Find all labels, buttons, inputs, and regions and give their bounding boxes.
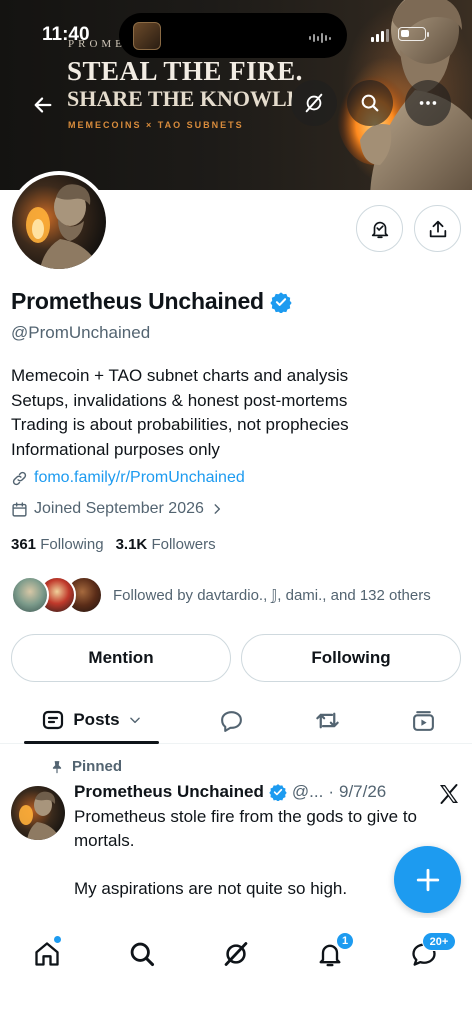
- link-icon: [12, 471, 27, 485]
- grok-icon: [305, 93, 323, 113]
- reposts-tab-icon: [315, 712, 339, 728]
- media-tab-icon: [412, 710, 434, 731]
- dynamic-island: [119, 13, 347, 58]
- mutual-avatars: [11, 576, 103, 614]
- tab-reposts[interactable]: [304, 696, 350, 744]
- verified-badge-icon[interactable]: [270, 291, 292, 313]
- battery-tip: [427, 32, 429, 37]
- status-time: 11:40: [42, 24, 90, 45]
- nav-grok[interactable]: [216, 934, 256, 974]
- followers-count: 3.1K: [115, 536, 148, 553]
- post-text-line: Prometheus stole fire from the gods to g…: [74, 807, 418, 850]
- active-tab-indicator: [24, 741, 159, 744]
- share-profile-button[interactable]: [414, 205, 461, 252]
- post-author-avatar[interactable]: [11, 786, 65, 840]
- followed-by-text: Followed by davtardio., 𝕁, dami., and 13…: [113, 587, 431, 604]
- battery-icon: [398, 27, 426, 41]
- following-stat[interactable]: 361 Following: [11, 536, 104, 553]
- home-unread-dot: [54, 936, 61, 943]
- plus-icon: [416, 868, 439, 891]
- search-nav-icon: [130, 942, 155, 967]
- joined-date[interactable]: Joined September 2026: [11, 500, 224, 518]
- followed-by-row[interactable]: Followed by davtardio., 𝕁, dami., and 13…: [11, 576, 431, 614]
- share-icon: [429, 220, 446, 237]
- compose-post-button[interactable]: [394, 846, 461, 913]
- bottom-navigation: 1 20+: [0, 918, 472, 1024]
- nav-notifications[interactable]: 1: [310, 932, 354, 974]
- more-options-button[interactable]: [405, 80, 451, 126]
- x-logo-icon[interactable]: [437, 782, 461, 806]
- post-author-handle: @...: [291, 782, 324, 801]
- profile-bio: Memecoin + TAO subnet charts and analysi…: [11, 364, 349, 462]
- followers-stat[interactable]: 3.1K Followers: [116, 536, 216, 553]
- followers-label: Followers: [151, 536, 216, 553]
- banner-headline-2: SHARE THE KNOWLEDGE: [67, 86, 292, 111]
- nav-home[interactable]: [27, 934, 67, 974]
- tab-media[interactable]: [400, 696, 446, 744]
- profile-tabs: Posts: [0, 696, 472, 744]
- signal-icon: [371, 29, 389, 42]
- nav-messages[interactable]: 20+: [404, 932, 456, 974]
- search-icon: [361, 94, 379, 112]
- bio-line: Informational purposes only: [11, 439, 220, 459]
- notification-bell-icon: [371, 221, 388, 238]
- tab-posts-label: Posts: [73, 710, 120, 729]
- pin-icon: [52, 760, 62, 773]
- banner-subtitle: MEMECOINS × TAO SUBNETS: [68, 120, 244, 130]
- tab-posts[interactable]: Posts: [24, 696, 159, 744]
- bio-line: Setups, invalidations & honest post-mort…: [11, 390, 348, 410]
- nav-search[interactable]: [122, 934, 162, 974]
- calendar-icon: [12, 501, 27, 517]
- profile-avatar[interactable]: [8, 171, 110, 273]
- pinned-indicator: Pinned: [50, 758, 122, 775]
- grok-button[interactable]: [291, 80, 337, 126]
- chevron-down-icon: [129, 717, 140, 724]
- back-arrow-icon: [34, 97, 52, 113]
- mutual-avatar: [11, 576, 49, 614]
- chevron-right-icon: [214, 504, 220, 514]
- now-playing-thumbnail: [133, 22, 161, 50]
- bio-line: Memecoin + TAO subnet charts and analysi…: [11, 366, 349, 385]
- pinned-label: Pinned: [72, 758, 123, 775]
- avatar-image: [12, 175, 106, 269]
- more-icon: [419, 101, 437, 105]
- post-header: Prometheus Unchained @... · 9/7/26: [74, 782, 386, 802]
- display-name: Prometheus Unchained: [11, 288, 264, 314]
- bio-line: Trading is about probabilities, not prop…: [11, 415, 349, 434]
- audio-wave-icon: [309, 33, 331, 43]
- banner-headline-1: STEAL THE FIRE.: [67, 56, 303, 86]
- following-count: 361: [11, 536, 37, 553]
- name-row: Prometheus Unchained: [11, 288, 292, 315]
- messages-badge: 20+: [422, 932, 456, 951]
- follow-stats: 361 Following 3.1K Followers: [11, 536, 216, 553]
- grok-nav-icon: [224, 942, 248, 966]
- following-label: Following: [40, 536, 104, 553]
- back-button[interactable]: [28, 90, 58, 120]
- tab-replies[interactable]: [208, 696, 254, 744]
- mention-button[interactable]: Mention: [11, 634, 231, 682]
- verified-badge-icon: [269, 784, 287, 801]
- following-button[interactable]: Following: [241, 634, 461, 682]
- notification-subscribe-button[interactable]: [356, 205, 403, 252]
- profile-handle: @PromUnchained: [11, 323, 151, 342]
- home-icon: [35, 942, 59, 966]
- post-date: 9/7/26: [338, 782, 387, 801]
- notifications-badge: 1: [336, 932, 354, 950]
- joined-text: Joined September 2026: [34, 500, 204, 517]
- replies-tab-icon: [220, 710, 242, 732]
- profile-link-text[interactable]: fomo.family/r/PromUnchained: [34, 469, 245, 487]
- search-button[interactable]: [347, 80, 393, 126]
- post-meta-separator: ·: [328, 782, 334, 801]
- post-author-name[interactable]: Prometheus Unchained: [74, 782, 264, 802]
- posts-tab-icon: [43, 710, 64, 730]
- profile-link[interactable]: fomo.family/r/PromUnchained: [11, 469, 245, 487]
